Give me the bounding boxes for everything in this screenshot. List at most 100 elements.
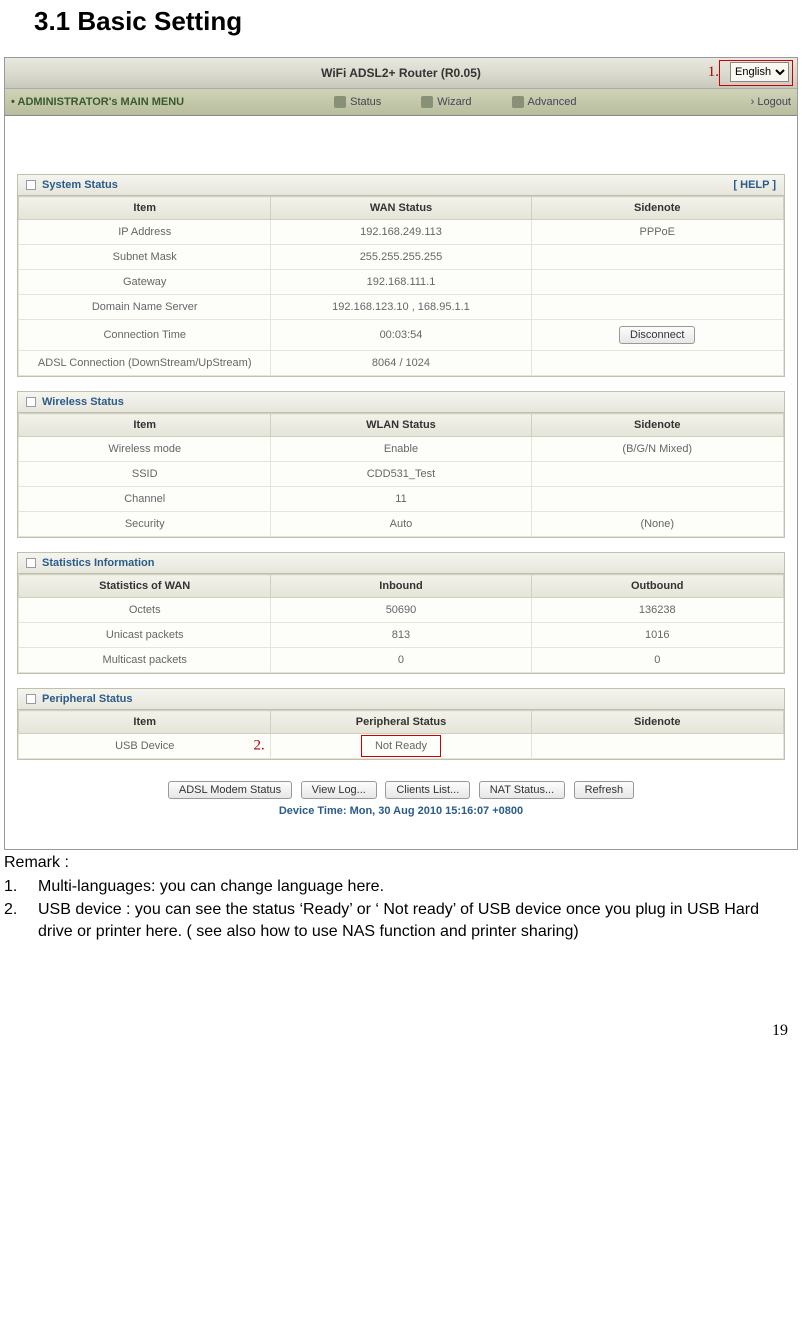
cell-item: Multicast packets [19,648,271,673]
cell-note: (B/G/N Mixed) [531,437,783,462]
device-time: Device Time: Mon, 30 Aug 2010 15:16:07 +… [17,801,785,837]
collapse-icon[interactable] [26,694,36,704]
menu-logout[interactable]: › Logout [751,96,791,108]
cell-value: 136238 [531,598,783,623]
page-number: 19 [4,1022,798,1040]
remark-2-text: USB device : you can see the status ‘Rea… [38,899,798,942]
statistics-title: Statistics Information [42,557,154,569]
peripheral-header: Peripheral Status [18,689,784,710]
table-row: Subnet Mask 255.255.255.255 [19,245,784,270]
cell-value: 2. Not Ready [271,734,531,759]
adsl-modem-status-button[interactable]: ADSL Modem Status [168,781,292,799]
cell-item: Channel [19,487,271,512]
menu-main-label: • ADMINISTRATOR's MAIN MENU [11,96,184,108]
cell-item: Wireless mode [19,437,271,462]
th-wlan-status: WLAN Status [271,414,531,437]
view-log-button[interactable]: View Log... [301,781,377,799]
cell-note [531,351,783,376]
cell-value: 1016 [531,623,783,648]
cell-item: SSID [19,462,271,487]
cell-item: USB Device [19,734,271,759]
cell-value: 0 [271,648,531,673]
table-row: SSID CDD531_Test [19,462,784,487]
system-status-title: System Status [42,179,118,191]
wireless-status-table: Item WLAN Status Sidenote Wireless mode … [18,413,784,537]
th-item: Item [19,414,271,437]
cell-note: Disconnect [531,320,783,351]
th-outbound: Outbound [531,575,783,598]
cell-item: Gateway [19,270,271,295]
cell-value: 00:03:54 [271,320,531,351]
table-row: Unicast packets 813 1016 [19,623,784,648]
clients-list-button[interactable]: Clients List... [385,781,470,799]
advanced-icon [512,96,524,108]
wireless-status-panel: Wireless Status Item WLAN Status Sidenot… [17,391,785,538]
system-status-table: Item WAN Status Sidenote IP Address 192.… [18,196,784,376]
cell-item: Subnet Mask [19,245,271,270]
table-row: Multicast packets 0 0 [19,648,784,673]
help-link[interactable]: [ HELP ] [733,179,776,191]
system-status-panel: System Status [ HELP ] Item WAN Status S… [17,174,785,377]
cell-value: 813 [271,623,531,648]
cell-item: IP Address [19,220,271,245]
peripheral-title: Peripheral Status [42,693,132,705]
refresh-button[interactable]: Refresh [574,781,635,799]
collapse-icon[interactable] [26,180,36,190]
cell-value: Enable [271,437,531,462]
cell-item: Security [19,512,271,537]
th-wan-status: WAN Status [271,197,531,220]
nat-status-button[interactable]: NAT Status... [479,781,565,799]
remark-label: Remark : [4,852,798,874]
th-sidenote: Sidenote [531,711,783,734]
cell-value: 11 [271,487,531,512]
th-sidenote: Sidenote [531,414,783,437]
collapse-icon[interactable] [26,558,36,568]
wireless-status-title: Wireless Status [42,396,124,408]
table-row: Wireless mode Enable (B/G/N Mixed) [19,437,784,462]
cell-value: Auto [271,512,531,537]
content-area: System Status [ HELP ] Item WAN Status S… [5,116,797,849]
callout-2-label: 2. [253,738,264,755]
usb-status-text: Not Ready [375,740,427,752]
th-sidenote: Sidenote [531,197,783,220]
remark-2-number: 2. [4,899,38,921]
language-select[interactable]: English [730,62,789,82]
menu-bar: • ADMINISTRATOR's MAIN MENU Status Wizar… [5,89,797,116]
statistics-panel: Statistics Information Statistics of WAN… [17,552,785,674]
cell-note [531,270,783,295]
disconnect-button[interactable]: Disconnect [619,326,695,344]
table-row: Connection Time 00:03:54 Disconnect [19,320,784,351]
statistics-header: Statistics Information [18,553,784,574]
router-admin-screenshot: WiFi ADSL2+ Router (R0.05) 1. English • … [4,57,798,850]
collapse-icon[interactable] [26,397,36,407]
cell-value: 0 [531,648,783,673]
cell-note [531,487,783,512]
cell-note [531,462,783,487]
section-heading: 3.1 Basic Setting [34,6,798,37]
wizard-icon [421,96,433,108]
menu-status[interactable]: Status [334,96,381,108]
status-icon [334,96,346,108]
table-row: Octets 50690 136238 [19,598,784,623]
menu-advanced[interactable]: Advanced [512,96,577,108]
remark-1-number: 1. [4,876,38,898]
cell-note [531,245,783,270]
cell-value: 255.255.255.255 [271,245,531,270]
system-status-header: System Status [ HELP ] [18,175,784,196]
top-bar: WiFi ADSL2+ Router (R0.05) 1. English [5,58,797,89]
cell-note [531,295,783,320]
cell-value: 192.168.111.1 [271,270,531,295]
cell-item: Unicast packets [19,623,271,648]
remark-1-text: Multi-languages: you can change language… [38,876,384,898]
router-title: WiFi ADSL2+ Router (R0.05) [5,66,797,80]
cell-note [531,734,783,759]
table-row: Gateway 192.168.111.1 [19,270,784,295]
cell-item: Octets [19,598,271,623]
table-row: Security Auto (None) [19,512,784,537]
menu-wizard[interactable]: Wizard [421,96,471,108]
table-row: IP Address 192.168.249.113 PPPoE [19,220,784,245]
th-item: Item [19,197,271,220]
peripheral-table: Item Peripheral Status Sidenote USB Devi… [18,710,784,759]
cell-value: 192.168.123.10 , 168.95.1.1 [271,295,531,320]
bottom-button-bar: ADSL Modem Status View Log... Clients Li… [17,774,785,801]
